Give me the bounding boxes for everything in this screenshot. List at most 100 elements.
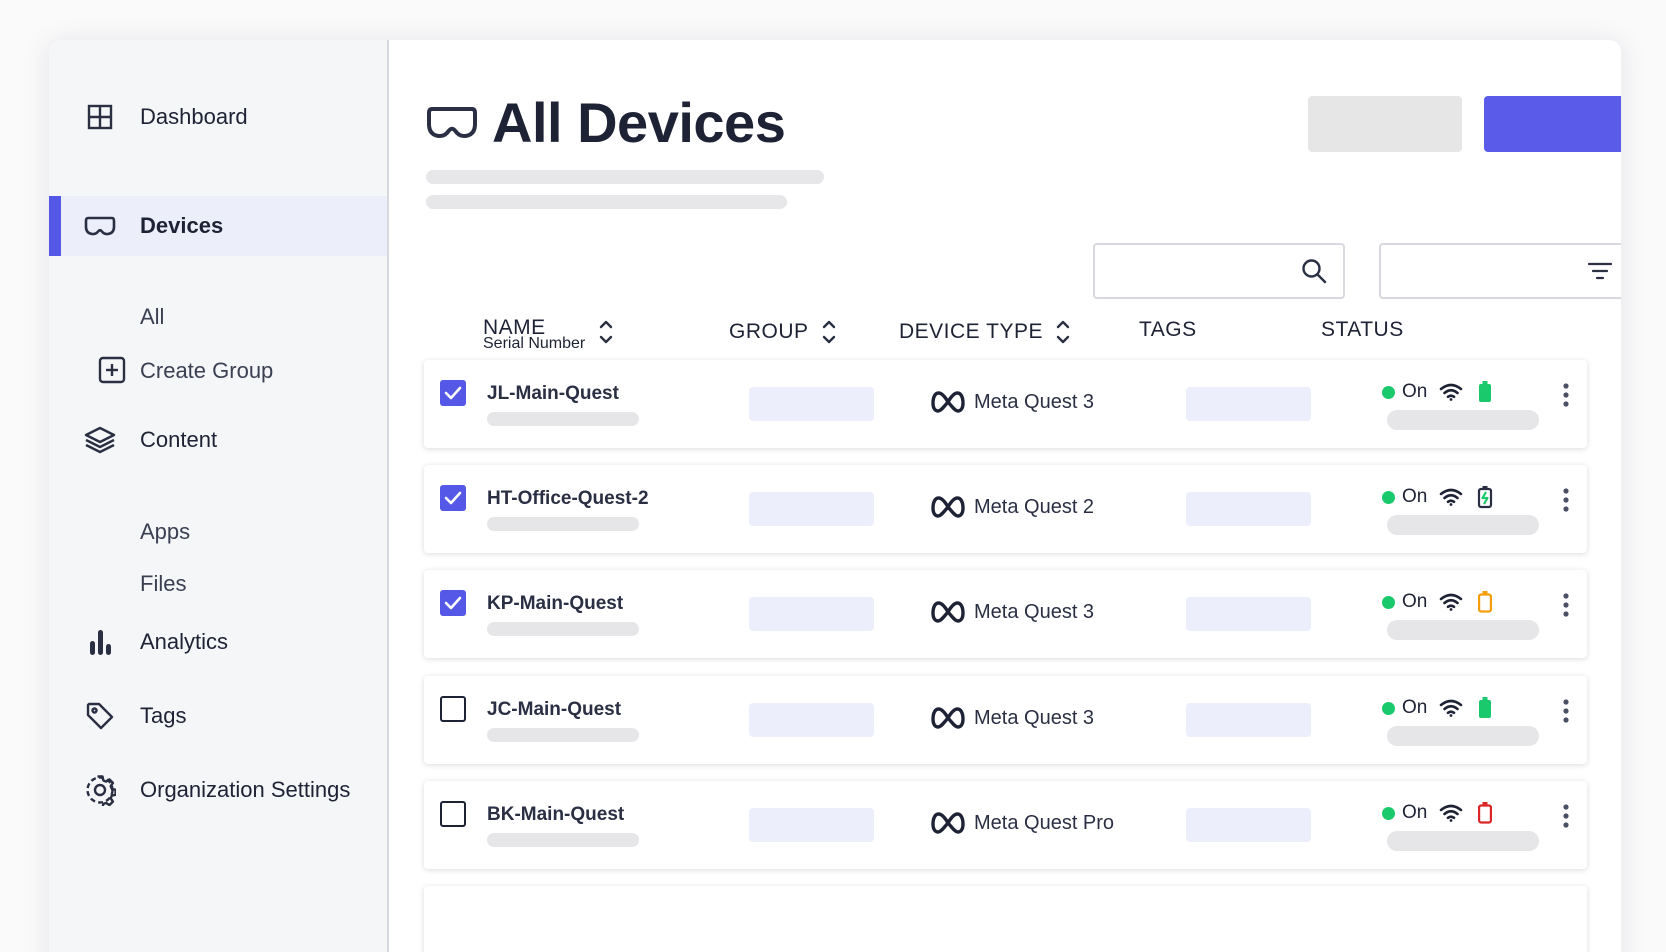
status-dot: [1382, 595, 1395, 609]
sidebar-item-analytics[interactable]: Analytics: [49, 612, 387, 672]
wifi-icon: [1439, 382, 1463, 402]
device-status: On: [1382, 380, 1493, 404]
serial-number-placeholder: [487, 728, 639, 742]
description-placeholder: [426, 170, 824, 184]
more-vertical-icon[interactable]: [1554, 380, 1578, 410]
row-checkbox[interactable]: [440, 590, 466, 616]
sidebar-subitem-files[interactable]: Files: [140, 571, 186, 597]
device-type: Meta Quest 3: [930, 706, 1094, 730]
column-header-tags: TAGS: [1139, 318, 1197, 342]
row-checkbox[interactable]: [440, 696, 466, 722]
serial-number-placeholder: [487, 833, 639, 847]
sidebar-subitem-apps[interactable]: Apps: [140, 519, 190, 545]
gear-icon: [83, 773, 117, 807]
bar-chart-icon: [83, 625, 117, 659]
device-name[interactable]: HT-Office-Quest-2: [487, 488, 649, 510]
tags-placeholder: [1186, 808, 1311, 842]
tags-placeholder: [1186, 492, 1311, 526]
sidebar-subitem-all[interactable]: All: [140, 304, 164, 330]
plus-square-icon: [98, 356, 128, 386]
device-name[interactable]: KP-Main-Quest: [487, 593, 623, 615]
wifi-icon: [1439, 592, 1463, 612]
sidebar-item-organization-settings[interactable]: Organization Settings: [49, 760, 387, 820]
column-header-status: STATUS: [1321, 318, 1404, 342]
table-row[interactable]: KP-Main-Quest Meta Quest 3 On: [424, 570, 1587, 658]
more-vertical-icon[interactable]: [1554, 696, 1578, 726]
device-type: Meta Quest Pro: [930, 811, 1114, 835]
sidebar-item-label: Organization Settings: [140, 777, 351, 802]
last-seen-placeholder: [1387, 410, 1539, 430]
column-header-label: TAGS: [1139, 318, 1197, 341]
sidebar-item-label: Devices: [140, 213, 224, 238]
search-input[interactable]: [1107, 255, 1287, 287]
column-header-group: GROUP: [729, 318, 837, 346]
status-label: On: [1402, 591, 1428, 612]
group-placeholder: [749, 703, 874, 737]
wifi-icon: [1439, 803, 1463, 823]
more-vertical-icon[interactable]: [1554, 485, 1578, 515]
meta-logo-icon: [930, 495, 966, 519]
column-header-label: STATUS: [1321, 318, 1404, 341]
table-row[interactable]: BK-Main-Quest Meta Quest Pro On: [424, 781, 1587, 869]
row-checkbox[interactable]: [440, 485, 466, 511]
group-placeholder: [749, 808, 874, 842]
battery-full-icon: [1477, 696, 1493, 720]
sort-icon[interactable]: [1055, 318, 1071, 346]
serial-number-placeholder: [487, 412, 639, 426]
row-checkbox[interactable]: [440, 380, 466, 406]
status-label: On: [1402, 486, 1428, 507]
device-type: Meta Quest 3: [930, 390, 1094, 414]
sidebar-item-tags[interactable]: Tags: [49, 686, 387, 746]
meta-logo-icon: [930, 811, 966, 835]
search-icon[interactable]: [1299, 256, 1329, 286]
table-row[interactable]: JL-Main-Quest Meta Quest 3 On: [424, 360, 1587, 448]
device-status: On: [1382, 485, 1493, 509]
status-label: On: [1402, 381, 1428, 402]
sidebar-item-label: Content: [140, 427, 218, 452]
more-vertical-icon[interactable]: [1554, 801, 1578, 831]
status-label: On: [1402, 802, 1428, 823]
sidebar: Dashboard Devices All Create Group Conte…: [49, 40, 389, 952]
device-type-label: Meta Quest 2: [974, 495, 1095, 518]
device-type-label: Meta Quest 3: [974, 706, 1095, 729]
sort-icon[interactable]: [821, 318, 837, 346]
meta-logo-icon: [930, 600, 966, 624]
table-row[interactable]: JC-Main-Quest Meta Quest 3 On: [424, 676, 1587, 764]
column-subheader-serial: Serial Number: [483, 335, 586, 352]
status-label: On: [1402, 697, 1428, 718]
more-vertical-icon[interactable]: [1554, 590, 1578, 620]
device-name[interactable]: JL-Main-Quest: [487, 383, 619, 405]
status-dot: [1382, 806, 1395, 820]
sidebar-subitem-label: Create Group: [140, 358, 274, 383]
column-header-label: DEVICE TYPE: [899, 320, 1043, 343]
row-checkbox[interactable]: [440, 801, 466, 827]
description-placeholder: [426, 195, 787, 209]
column-header-device-type: DEVICE TYPE: [899, 318, 1071, 346]
search-field[interactable]: [1093, 243, 1345, 299]
battery-low-icon: [1477, 801, 1493, 825]
sidebar-subitem-create-group[interactable]: Create Group: [98, 356, 274, 386]
main-content: All Devices NAME Serial Number GROUP DEV…: [391, 40, 1621, 952]
group-placeholder: [749, 492, 874, 526]
meta-logo-icon: [930, 390, 966, 414]
page-header: All Devices: [426, 90, 786, 155]
secondary-action-button[interactable]: [1308, 96, 1462, 152]
device-type-label: Meta Quest 3: [974, 390, 1095, 413]
sidebar-item-content[interactable]: Content: [49, 410, 387, 470]
primary-action-button[interactable]: [1484, 96, 1621, 152]
last-seen-placeholder: [1387, 726, 1539, 746]
device-type: Meta Quest 3: [930, 600, 1094, 624]
vr-headset-icon: [83, 209, 117, 243]
filter-dropdown[interactable]: [1379, 243, 1621, 299]
sidebar-item-dashboard[interactable]: Dashboard: [49, 87, 387, 147]
table-row[interactable]: [424, 886, 1587, 952]
sort-icon[interactable]: [598, 318, 614, 346]
sidebar-item-label: Dashboard: [140, 104, 248, 129]
table-row[interactable]: HT-Office-Quest-2 Meta Quest 2 On: [424, 465, 1587, 553]
app-window: Dashboard Devices All Create Group Conte…: [49, 40, 1621, 952]
device-name[interactable]: JC-Main-Quest: [487, 699, 621, 721]
tag-icon: [83, 699, 117, 733]
device-name[interactable]: BK-Main-Quest: [487, 804, 624, 826]
sidebar-item-devices[interactable]: Devices: [49, 196, 387, 256]
sidebar-item-label: Analytics: [140, 629, 229, 654]
